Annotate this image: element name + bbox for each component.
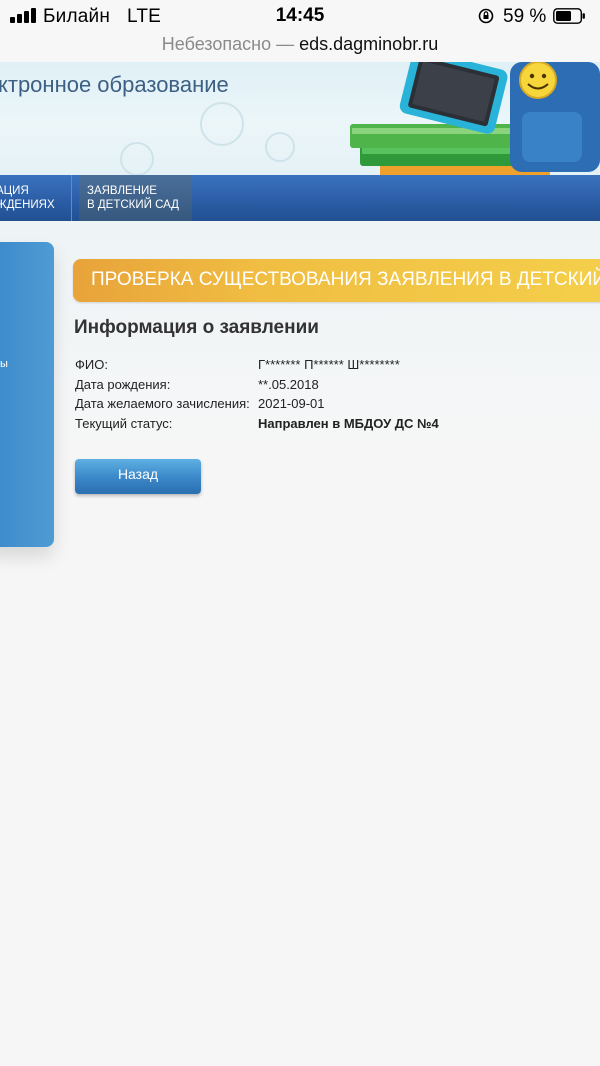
- info-value: **.05.2018: [258, 376, 319, 392]
- url-host: eds.dagminobr.ru: [299, 34, 439, 54]
- sidebar-text: ы: [0, 358, 8, 370]
- info-label: Текущий статус:: [75, 415, 173, 431]
- site-header: ктронное образование: [0, 62, 600, 175]
- main-nav: АЦИЯ ЖДЕНИЯХ ЗАЯВЛЕНИЕ В ДЕТСКИЙ САД: [0, 175, 600, 222]
- site-title: ктронное образование: [0, 72, 229, 97]
- nav-item-line: АЦИЯ: [0, 185, 29, 197]
- info-row-enrollment-date: Дата желаемого зачисления: 2021-09-01: [75, 396, 575, 416]
- nav-item-line: ЖДЕНИЯХ: [0, 199, 55, 211]
- banner-title: ПРОВЕРКА СУЩЕСТВОВАНИЯ ЗАЯВЛЕНИЯ В ДЕТСК…: [91, 269, 600, 290]
- battery-percent: 59 %: [503, 6, 547, 27]
- url-separator: —: [276, 34, 295, 54]
- ios-status-bar: Билайн LTE 14:45 59 %: [0, 0, 600, 32]
- info-value: Г******* П****** Ш********: [258, 357, 400, 372]
- books-tablet-illustration: [350, 62, 600, 175]
- nav-item-kindergarten-application[interactable]: ЗАЯВЛЕНИЕ В ДЕТСКИЙ САД: [79, 175, 192, 221]
- status-value: Направлен в МБДОУ ДС №4: [258, 415, 439, 431]
- info-label: ФИО:: [75, 357, 108, 372]
- insecure-label: Небезопасно: [161, 34, 272, 54]
- nav-item-line: ЗАЯВЛЕНИЕ: [87, 185, 157, 197]
- doodle-decoration: [120, 142, 154, 175]
- orientation-lock-icon: [478, 8, 494, 24]
- battery-icon: [553, 8, 585, 24]
- page-banner: ПРОВЕРКА СУЩЕСТВОВАНИЯ ЗАЯВЛЕНИЯ В ДЕТСК…: [73, 259, 600, 302]
- info-value: 2021-09-01: [258, 396, 325, 411]
- sidebar-panel[interactable]: ы: [0, 242, 54, 547]
- page-title: Информация о заявлении: [74, 317, 319, 338]
- doodle-decoration: [200, 102, 244, 146]
- info-row-birthdate: Дата рождения: **.05.2018: [75, 377, 575, 397]
- info-label: Дата желаемого зачисления:: [75, 396, 250, 411]
- info-row-status: Текущий статус: Направлен в МБДОУ ДС №4: [75, 416, 575, 436]
- nav-item-line: В ДЕТСКИЙ САД: [87, 199, 179, 211]
- info-row-fio: ФИО: Г******* П****** Ш********: [75, 357, 575, 377]
- nav-item-notifications[interactable]: АЦИЯ ЖДЕНИЯХ: [0, 175, 72, 221]
- application-info-table: ФИО: Г******* П****** Ш******** Дата рож…: [75, 357, 575, 435]
- back-button[interactable]: Назад: [75, 459, 201, 494]
- doodle-decoration: [265, 132, 295, 162]
- info-label: Дата рождения:: [75, 376, 171, 392]
- browser-url-bar[interactable]: Небезопасно — eds.dagminobr.ru: [0, 32, 600, 62]
- main-content: ы ПРОВЕРКА СУЩЕСТВОВАНИЯ ЗАЯВЛЕНИЯ В ДЕТ…: [0, 221, 600, 1066]
